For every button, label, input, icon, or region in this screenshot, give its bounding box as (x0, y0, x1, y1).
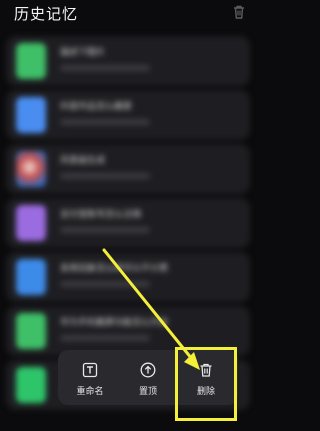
item-thumbnail (16, 259, 46, 295)
item-thumbnail (16, 43, 46, 79)
delete-highlight-box (175, 347, 237, 421)
clear-history-button[interactable] (230, 3, 248, 21)
item-date (60, 227, 150, 233)
item-title: 华为手机截屏功能怎么开启 (60, 318, 169, 328)
item-date (60, 65, 150, 71)
item-title: 描述下图片 (60, 48, 106, 58)
list-item[interactable]: 支付宝账号怎么注销 (6, 198, 250, 248)
item-thumbnail (16, 151, 46, 187)
page-title: 历史记忆 (14, 5, 79, 23)
item-date (60, 335, 150, 341)
item-title: 风景画生成 (60, 156, 106, 166)
item-thumbnail (16, 205, 46, 241)
pin-top-label: 置顶 (138, 387, 157, 397)
item-thumbnail (16, 97, 46, 133)
rename-button[interactable]: 重命名 (62, 350, 118, 405)
list-item[interactable]: 描述下图片 (6, 36, 250, 86)
item-thumbnail (16, 367, 46, 403)
list-item[interactable]: 风景画生成 (6, 144, 250, 194)
item-thumbnail (16, 313, 46, 349)
item-date (60, 119, 150, 125)
item-title: 支付宝账号怎么注销 (60, 210, 142, 220)
pin-top-button[interactable]: 置顶 (120, 350, 176, 405)
trash-icon (234, 5, 244, 19)
list-item[interactable]: 发表回复怎么样可以不计费 (6, 252, 250, 302)
item-date (60, 173, 150, 179)
item-title: 发表回复怎么样可以不计费 (60, 264, 169, 274)
header: 历史记忆 (0, 0, 270, 28)
list-item[interactable]: 抖音作品怎么搬家 (6, 90, 250, 140)
item-title: 抖音作品怎么搬家 (60, 102, 133, 112)
rename-icon (82, 362, 98, 378)
item-date (60, 281, 150, 287)
pin-top-icon (140, 362, 156, 378)
rename-label: 重命名 (76, 387, 104, 397)
